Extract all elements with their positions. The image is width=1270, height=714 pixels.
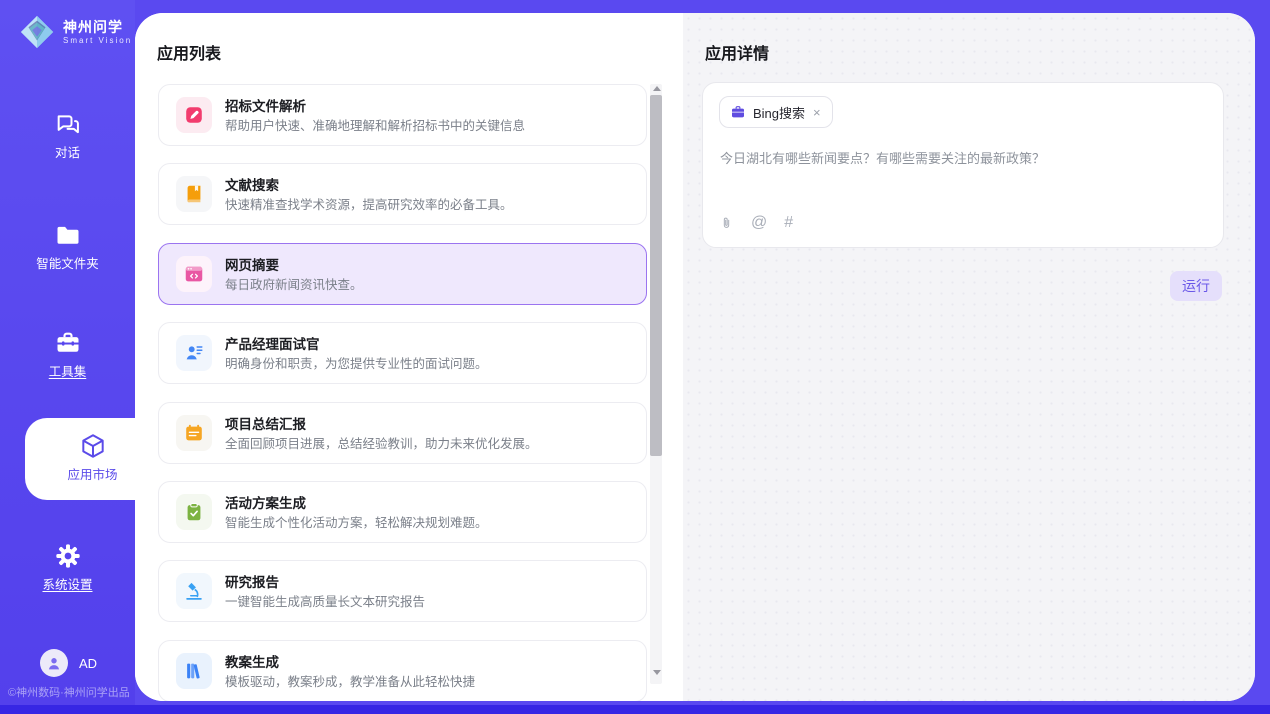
avatar [40,649,68,677]
app-card-desc: 模板驱动，教案秒成，教学准备从此轻松快捷 [225,671,475,690]
app-card-desc: 每日政府新闻资讯快查。 [225,274,363,293]
app-card[interactable]: 网页摘要 每日政府新闻资讯快查。 [158,243,647,305]
app-card[interactable]: 活动方案生成 智能生成个性化活动方案，轻松解决规划难题。 [158,481,647,543]
scrollbar-thumb[interactable] [650,95,662,456]
app-card[interactable]: 产品经理面试官 明确身份和职责，为您提供专业性的面试问题。 [158,322,647,384]
app-card-title: 研究报告 [225,571,279,591]
clipboard-check-icon [176,494,212,530]
paperclip-icon[interactable] [719,214,734,232]
app-card[interactable]: 研究报告 一键智能生成高质量长文本研究报告 [158,560,647,622]
query-input[interactable]: 今日湖北有哪些新闻要点？有哪些需要关注的最新政策？ [720,149,1206,168]
books-icon [176,653,212,689]
scrollbar-down-arrow-icon[interactable] [653,670,661,675]
app-detail-panel: 应用详情 Bing搜索 × 今日湖北有哪些新闻要点？有哪些需要关注的最新政策？ [683,13,1255,701]
sidebar: 神州问学 Smart Vision 对话 智能文件夹 [0,0,135,714]
gear-icon [54,542,82,570]
app-card[interactable]: 招标文件解析 帮助用户快速、准确地理解和解析招标书中的关键信息 [158,84,647,146]
hash-icon[interactable]: # [784,214,793,232]
app-card-desc: 一键智能生成高质量长文本研究报告 [225,591,425,610]
app-card[interactable]: 项目总结汇报 全面回顾项目进展，总结经验教训，助力未来优化发展。 [158,402,647,464]
browser-code-icon [176,256,212,292]
diamond-logo-icon [18,13,56,51]
sidebar-item-smart-folder[interactable]: 智能文件夹 [0,221,135,272]
composer-card: Bing搜索 × 今日湖北有哪些新闻要点？有哪些需要关注的最新政策？ @ # [702,82,1224,248]
calendar-icon [176,415,212,451]
bottom-accent-bar [0,705,1270,714]
app-card-title: 活动方案生成 [225,492,306,512]
cube-icon [79,432,107,460]
run-button[interactable]: 运行 [1170,271,1222,301]
edit-pen-icon [176,97,212,133]
app-card-desc: 全面回顾项目进展，总结经验教训，助力未来优化发展。 [225,433,538,452]
app-card-title: 产品经理面试官 [225,333,320,353]
person-icon [45,654,63,672]
sidebar-footer-text: ©神州数码·神州问学出品 [8,684,130,700]
scrollbar-up-arrow-icon[interactable] [653,86,661,91]
interviewer-icon [176,335,212,371]
app-card-title: 招标文件解析 [225,95,306,115]
app-card[interactable]: 教案生成 模板驱动，教案秒成，教学准备从此轻松快捷 [158,640,647,701]
app-card-desc: 智能生成个性化活动方案，轻松解决规划难题。 [225,512,488,531]
chip-close-icon[interactable]: × [812,106,822,119]
app-card-title: 网页摘要 [225,254,279,274]
sidebar-item-toolset[interactable]: 工具集 [0,329,135,380]
app-card-title: 文献搜索 [225,174,279,194]
brand-subtitle: Smart Vision [63,36,132,46]
main-content: 应用列表 招标文件解析 帮助用户快速、准确地理解和解析招标书中的关键信息 文献搜… [135,13,1255,701]
app-card-desc: 明确身份和职责，为您提供专业性的面试问题。 [225,353,488,372]
app-detail-title: 应用详情 [705,40,769,64]
folder-icon [54,221,82,249]
app-card[interactable]: 文献搜索 快速精准查找学术资源，提高研究效率的必备工具。 [158,163,647,225]
tool-chip-label: Bing搜索 [753,103,805,122]
book-icon [176,176,212,212]
brand-name: 神州问学 [63,19,132,36]
microscope-icon [176,573,212,609]
app-card-title: 教案生成 [225,651,279,671]
tool-chip-bing-search[interactable]: Bing搜索 × [719,96,833,128]
app-card-title: 项目总结汇报 [225,413,306,433]
app-card-desc: 快速精准查找学术资源，提高研究效率的必备工具。 [225,194,513,213]
app-list-panel: 应用列表 招标文件解析 帮助用户快速、准确地理解和解析招标书中的关键信息 文献搜… [135,13,683,701]
user-name: AD [79,656,97,671]
chat-icon [54,110,82,138]
sidebar-item-settings[interactable]: 系统设置 [0,542,135,593]
app-logo: 神州问学 Smart Vision [18,13,132,51]
user-account[interactable]: AD [40,649,97,677]
app-card-desc: 帮助用户快速、准确地理解和解析招标书中的关键信息 [225,115,525,134]
app-list-title: 应用列表 [157,40,221,64]
sidebar-item-chat[interactable]: 对话 [0,110,135,161]
toolbox-icon [54,329,82,357]
briefcase-icon [730,104,746,120]
at-sign-icon[interactable]: @ [751,214,767,232]
